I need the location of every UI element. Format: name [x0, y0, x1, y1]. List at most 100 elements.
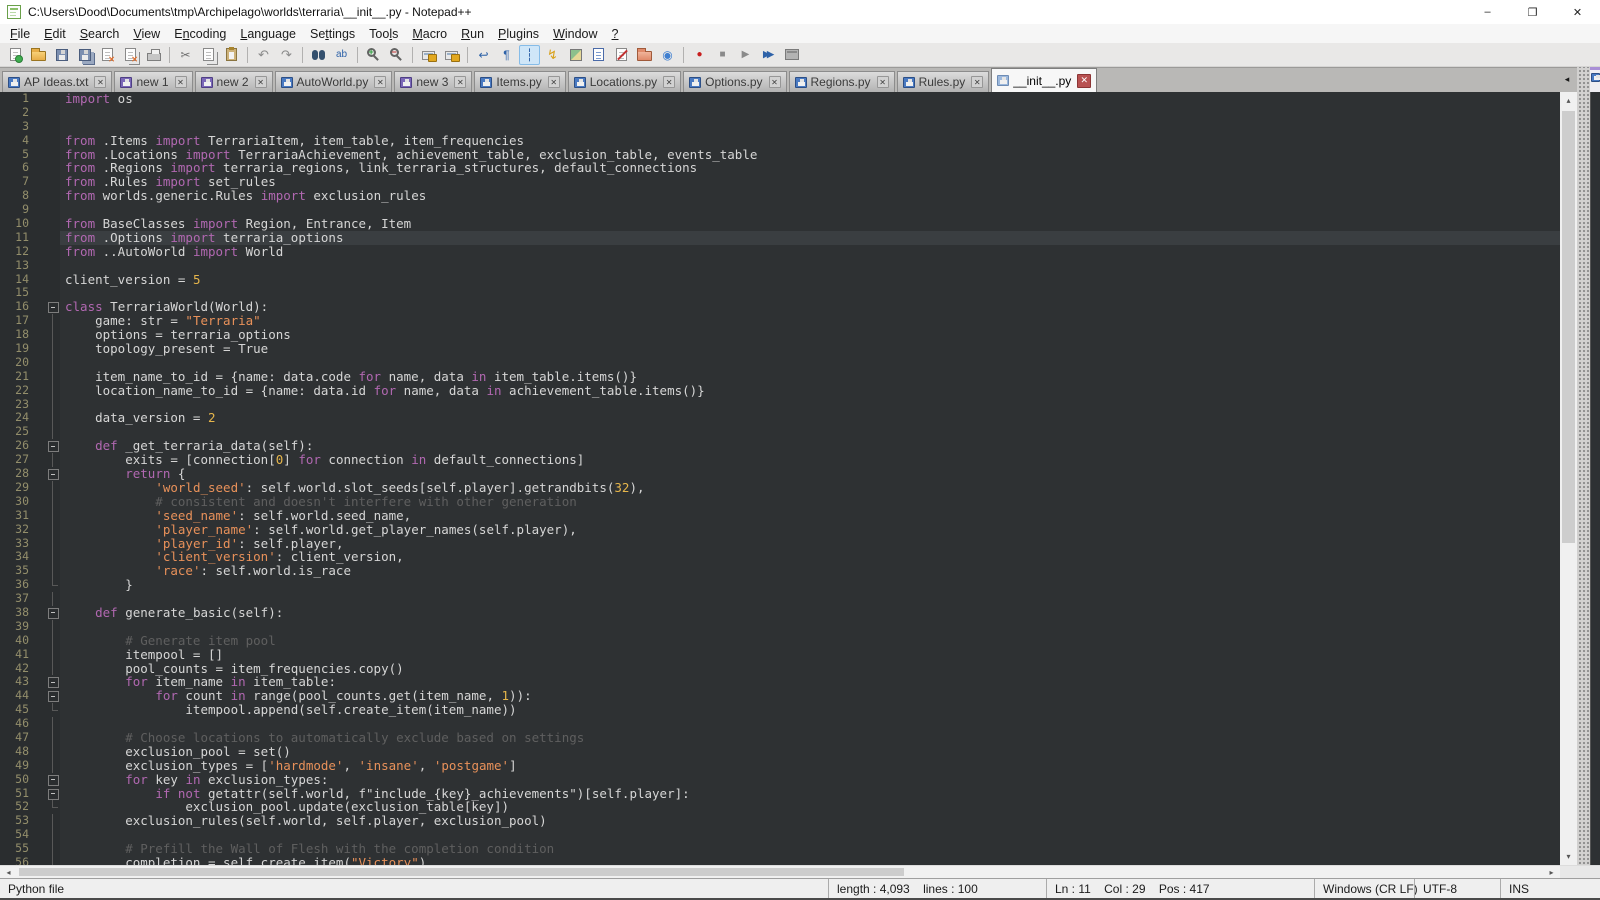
word-wrap-icon[interactable]: ↩: [473, 45, 494, 65]
bookmark-margin[interactable]: [36, 842, 46, 856]
tab-close-icon[interactable]: ✕: [663, 76, 675, 88]
function-list-icon[interactable]: ↯: [542, 45, 563, 65]
bookmark-margin[interactable]: [36, 328, 46, 342]
code-text[interactable]: }: [60, 578, 1560, 592]
scroll-left-arrow-icon[interactable]: ◂: [0, 866, 17, 878]
bookmark-margin[interactable]: [36, 411, 46, 425]
menu-edit[interactable]: Edit: [37, 26, 73, 42]
document-list-icon[interactable]: [588, 45, 609, 65]
bookmark-margin[interactable]: [36, 467, 46, 481]
bookmark-margin[interactable]: [36, 773, 46, 787]
code-text[interactable]: exclusion_pool = set(): [60, 745, 1560, 759]
menu-tools[interactable]: Tools: [362, 26, 405, 42]
tab-new-2[interactable]: new 2✕: [195, 71, 273, 92]
code-text[interactable]: [60, 398, 1560, 412]
code-text[interactable]: # consistent and doesn't interfere with …: [60, 495, 1560, 509]
macro-stop-icon[interactable]: ■: [712, 45, 733, 65]
tab-close-icon[interactable]: ✕: [255, 76, 267, 88]
bookmark-margin[interactable]: [36, 509, 46, 523]
print-icon[interactable]: [143, 45, 164, 65]
bookmark-margin[interactable]: [36, 592, 46, 606]
bookmark-margin[interactable]: [36, 675, 46, 689]
bookmark-margin[interactable]: [36, 523, 46, 537]
code-text[interactable]: item_name_to_id = {name: data.code for n…: [60, 370, 1560, 384]
code-text[interactable]: from BaseClasses import Region, Entrance…: [60, 217, 1560, 231]
bookmark-margin[interactable]: [36, 537, 46, 551]
code-text[interactable]: [60, 356, 1560, 370]
bookmark-margin[interactable]: [36, 370, 46, 384]
bookmark-margin[interactable]: [36, 634, 46, 648]
bookmark-margin[interactable]: [36, 161, 46, 175]
fold-collapse-icon[interactable]: [46, 439, 60, 453]
code-text[interactable]: pool_counts = item_frequencies.copy(): [60, 662, 1560, 676]
tab-scroll-left-icon[interactable]: ◂: [1557, 67, 1577, 92]
code-text[interactable]: if not getattr(self.world, f"include_{ke…: [60, 787, 1560, 801]
tab-options-py[interactable]: Options.py✕: [683, 71, 786, 92]
code-text[interactable]: # Prefill the Wall of Flesh with the com…: [60, 842, 1560, 856]
bookmark-margin[interactable]: [36, 787, 46, 801]
code-text[interactable]: from ..AutoWorld import World: [60, 245, 1560, 259]
bookmark-margin[interactable]: [36, 120, 46, 134]
macro-run-multiple-icon[interactable]: ▶▶: [758, 45, 779, 65]
menu-file[interactable]: File: [3, 26, 37, 42]
bookmark-margin[interactable]: [36, 689, 46, 703]
code-text[interactable]: for item_name in item_table:: [60, 675, 1560, 689]
maximize-button[interactable]: ❐: [1510, 0, 1555, 24]
code-text[interactable]: exits = [connection[0] for connection in…: [60, 453, 1560, 467]
file-monitoring-icon[interactable]: ◉: [657, 45, 678, 65]
close-button[interactable]: ✕: [1555, 0, 1600, 24]
scroll-up-arrow-icon[interactable]: ▴: [1560, 92, 1577, 109]
tab-ap-ideas-txt[interactable]: AP Ideas.txt✕: [2, 71, 112, 92]
code-text[interactable]: from .Items import TerrariaItem, item_ta…: [60, 134, 1560, 148]
scroll-down-arrow-icon[interactable]: ▾: [1560, 848, 1577, 865]
code-text[interactable]: 'seed_name': self.world.seed_name,: [60, 509, 1560, 523]
code-text[interactable]: def generate_basic(self):: [60, 606, 1560, 620]
bookmark-margin[interactable]: [36, 92, 46, 106]
bookmark-margin[interactable]: [36, 259, 46, 273]
tab-rules-py[interactable]: Rules.py✕: [897, 71, 990, 92]
menu-search[interactable]: Search: [73, 26, 127, 42]
menu-plugins[interactable]: Plugins: [491, 26, 546, 42]
view-splitter[interactable]: [1577, 92, 1590, 865]
tab-items-py[interactable]: Items.py✕: [474, 71, 565, 92]
undo-icon[interactable]: ↶: [253, 45, 274, 65]
bookmark-margin[interactable]: [36, 731, 46, 745]
tab-regions-py[interactable]: Regions.py✕: [789, 71, 895, 92]
code-text[interactable]: # Choose locations to automatically excl…: [60, 731, 1560, 745]
bookmark-margin[interactable]: [36, 550, 46, 564]
copy-icon[interactable]: [198, 45, 219, 65]
bookmark-margin[interactable]: [36, 175, 46, 189]
vertical-scroll-track[interactable]: [1560, 109, 1577, 848]
code-text[interactable]: [60, 717, 1560, 731]
minimize-button[interactable]: –: [1465, 0, 1510, 24]
code-text[interactable]: options = terraria_options: [60, 328, 1560, 342]
save-icon[interactable]: [51, 45, 72, 65]
tab-close-icon[interactable]: ✕: [548, 76, 560, 88]
bookmark-margin[interactable]: [36, 564, 46, 578]
code-text[interactable]: from .Options import terraria_options: [60, 231, 1560, 245]
code-text[interactable]: from .Rules import set_rules: [60, 175, 1560, 189]
save-all-icon[interactable]: [74, 45, 95, 65]
bookmark-margin[interactable]: [36, 203, 46, 217]
show-all-characters-icon[interactable]: ¶: [496, 45, 517, 65]
code-text[interactable]: 'race': self.world.is_race: [60, 564, 1560, 578]
bookmark-margin[interactable]: [36, 703, 46, 717]
bookmark-margin[interactable]: [36, 134, 46, 148]
code-text[interactable]: for key in exclusion_types:: [60, 773, 1560, 787]
code-text[interactable]: from .Regions import terraria_regions, l…: [60, 161, 1560, 175]
bookmark-margin[interactable]: [36, 245, 46, 259]
bookmark-margin[interactable]: [36, 828, 46, 842]
bookmark-margin[interactable]: [36, 231, 46, 245]
bookmark-margin[interactable]: [36, 648, 46, 662]
code-text[interactable]: 'world_seed': self.world.slot_seeds[self…: [60, 481, 1560, 495]
bookmark-margin[interactable]: [36, 481, 46, 495]
fold-collapse-icon[interactable]: [46, 773, 60, 787]
menu-run[interactable]: Run: [454, 26, 491, 42]
menu-macro[interactable]: Macro: [405, 26, 454, 42]
code-text[interactable]: exclusion_rules(self.world, self.player,…: [60, 814, 1560, 828]
bookmark-margin[interactable]: [36, 384, 46, 398]
bookmark-margin[interactable]: [36, 578, 46, 592]
code-text[interactable]: data_version = 2: [60, 411, 1560, 425]
code-text[interactable]: itempool.append(self.create_item(item_na…: [60, 703, 1560, 717]
code-text[interactable]: class TerrariaWorld(World):: [60, 300, 1560, 314]
